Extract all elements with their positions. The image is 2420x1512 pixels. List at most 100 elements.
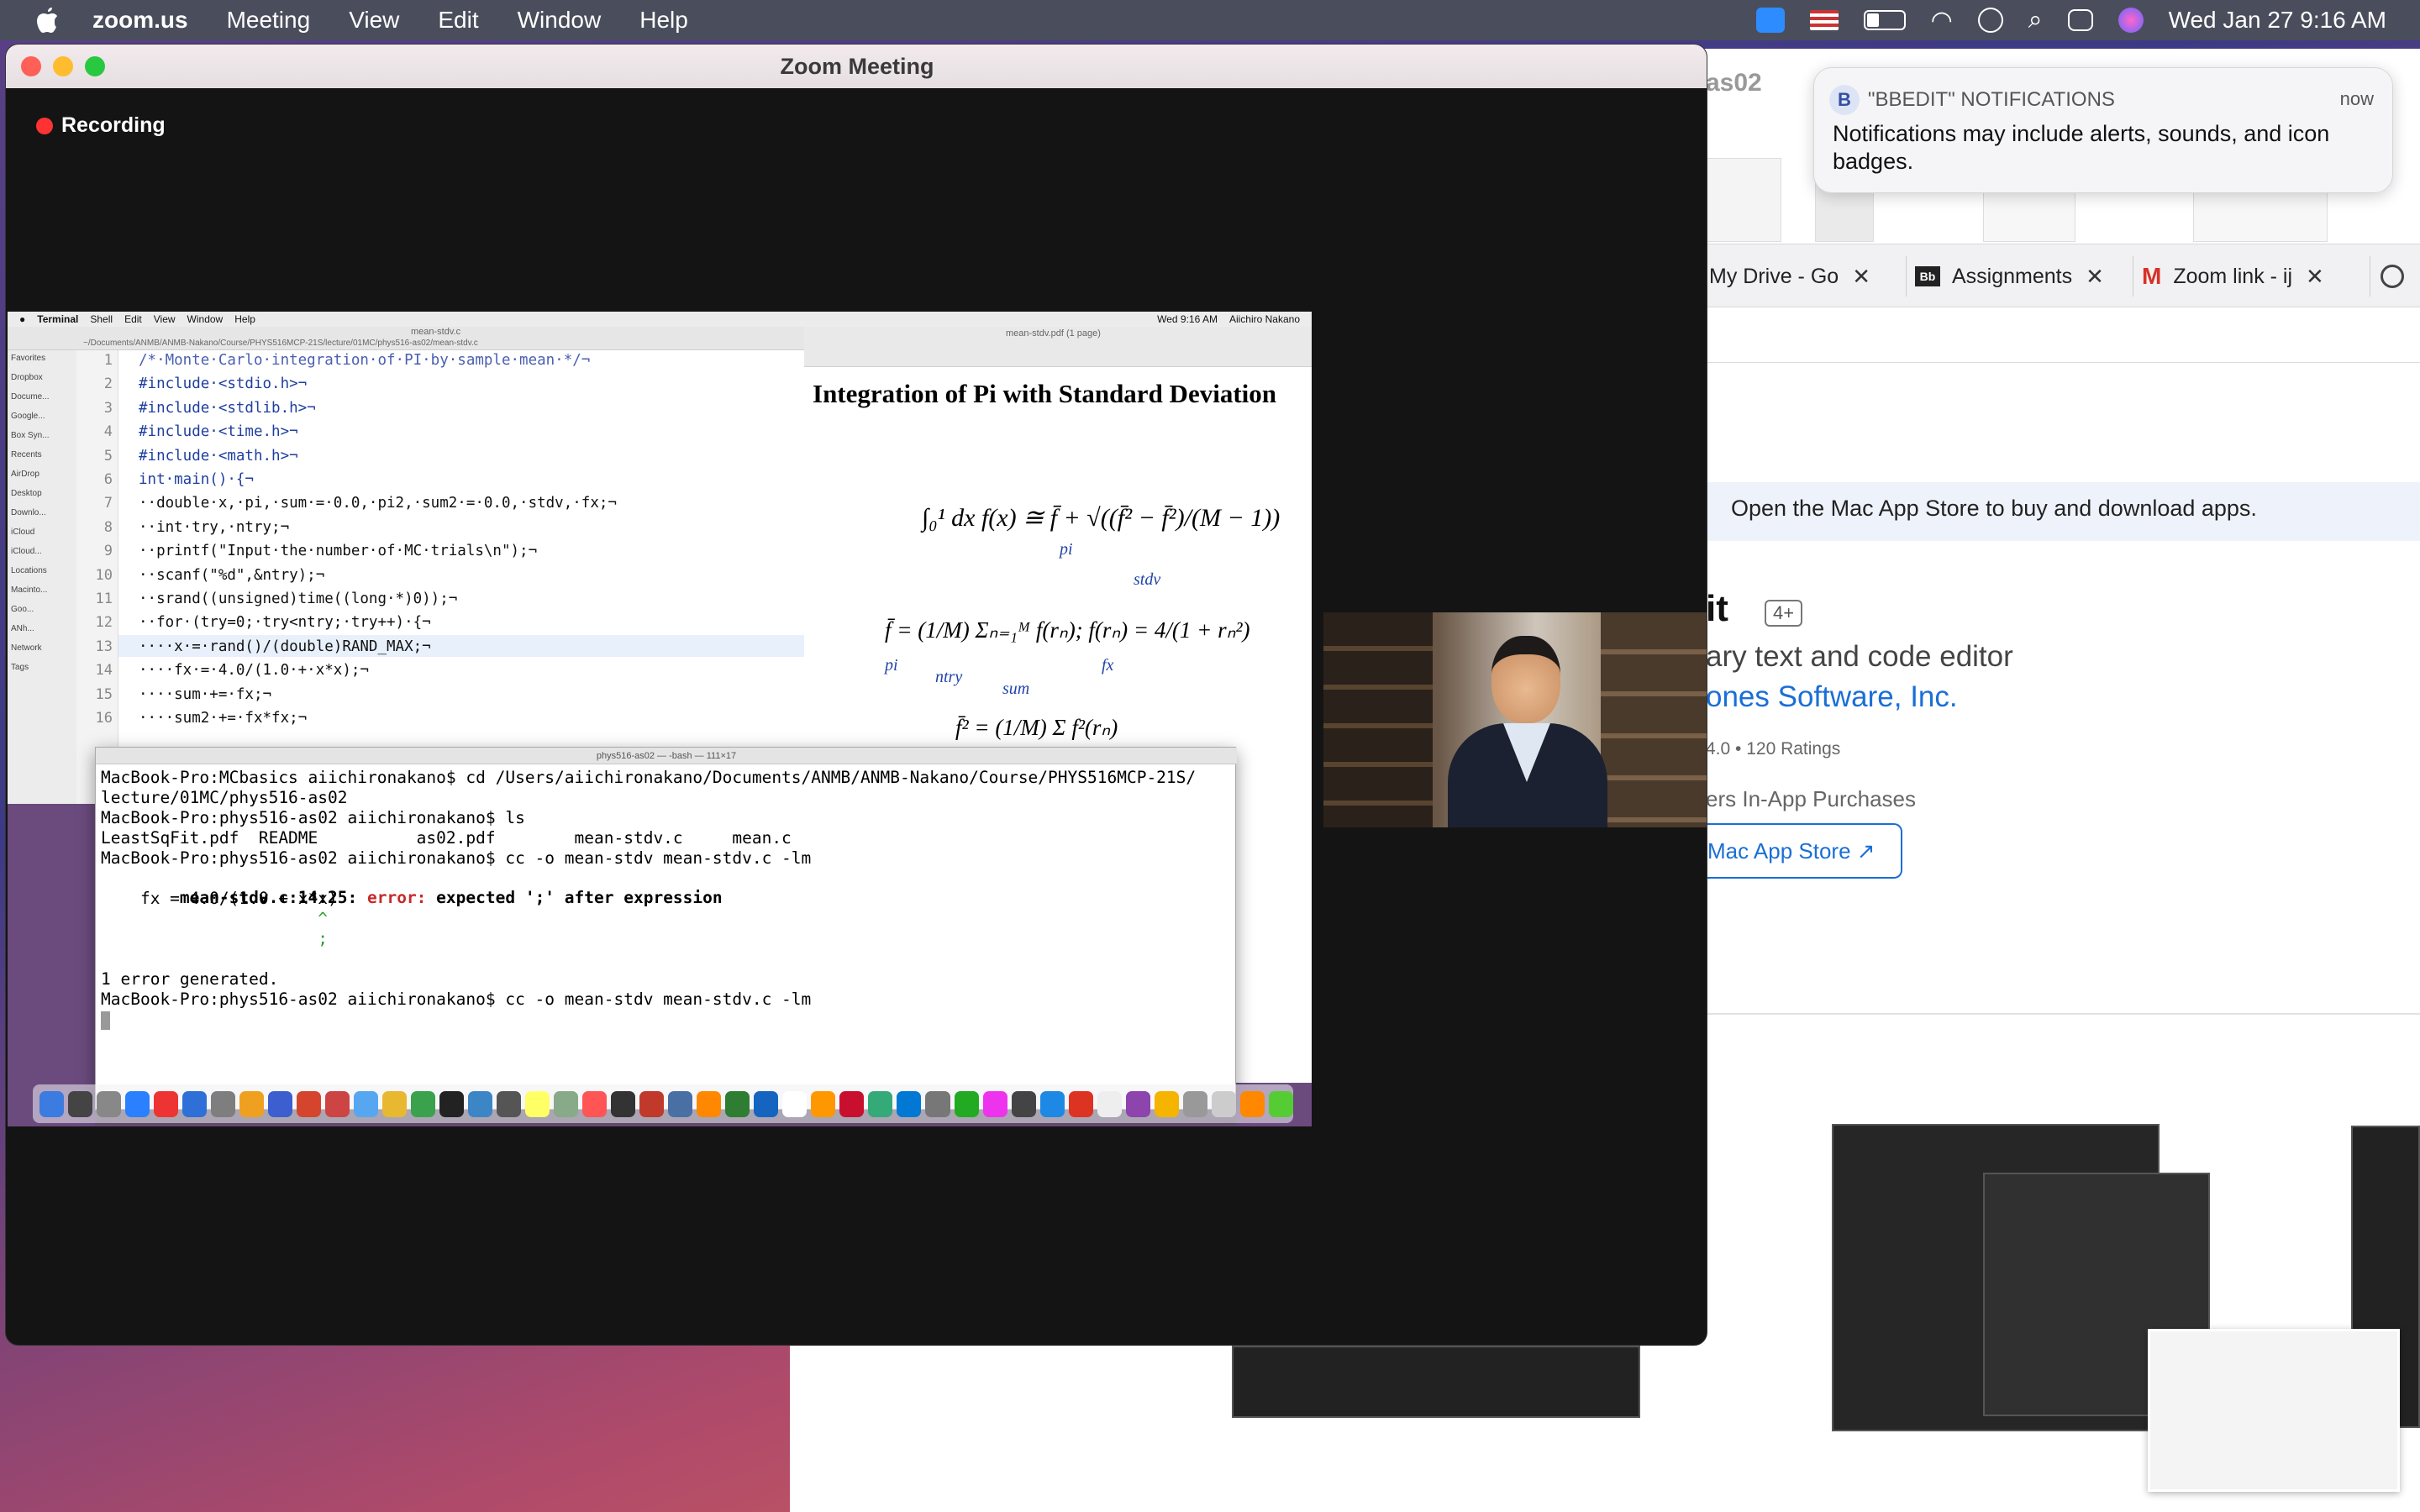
terminal-line: ; — [101, 929, 329, 948]
shared-user: Aiichiro Nakano — [1228, 313, 1300, 325]
sidebar-item[interactable]: Desktop — [11, 489, 73, 508]
close-window-button[interactable] — [21, 56, 41, 76]
dock-app-icon — [1268, 1090, 1293, 1117]
participant-video[interactable] — [1323, 612, 1707, 827]
dock-app-icon — [811, 1090, 836, 1117]
dock-app-icon — [497, 1090, 522, 1117]
equation-label-ntry: ntry — [935, 668, 963, 686]
tab-my-drive[interactable]: My Drive - Go ✕ — [1709, 256, 1911, 297]
sidebar-item[interactable]: Google... — [11, 412, 73, 431]
wifi-icon[interactable]: ◠ — [1931, 6, 1953, 35]
sidebar-item[interactable]: Recents — [11, 450, 73, 470]
terminal-line: MacBook-Pro:phys516-as02 aiichironakano$… — [101, 848, 812, 868]
code-line: ····sum2·+=·fx*fx;¬ — [139, 710, 308, 727]
terminal-line: MacBook-Pro:phys516-as02 aiichironakano$… — [101, 990, 812, 1009]
dock-app-icon — [782, 1090, 808, 1117]
control-center-icon[interactable] — [2067, 9, 2093, 31]
code-line: ····fx·=·4.0/(1.0·+·x*x);¬ — [139, 662, 369, 680]
sidebar-item[interactable]: iCloud... — [11, 547, 73, 566]
line-number: 7 — [103, 495, 113, 512]
code-area[interactable]: /*·Monte·Carlo·integration·of·PI·by·samp… — [118, 350, 804, 804]
app-store-banner: Open the Mac App Store to buy and downlo… — [1689, 482, 2420, 541]
zoom-window-title: Zoom Meeting — [780, 53, 934, 79]
shared-menu-bar: ● Terminal Shell Edit View Window Help W… — [8, 312, 1312, 327]
dock-app-icon — [925, 1090, 950, 1117]
dock-app-icon — [68, 1090, 93, 1117]
notification-app: "BBEDIT" NOTIFICATIONS — [1868, 88, 2115, 111]
sidebar-item[interactable]: Macinto... — [11, 585, 73, 605]
line-number: 8 — [103, 518, 113, 536]
sidebar-item[interactable]: Downlo... — [11, 508, 73, 528]
dock-app-icon — [1097, 1090, 1122, 1117]
sidebar-item: Tags — [11, 663, 29, 672]
dock-app-icon — [1239, 1090, 1265, 1117]
dock-app-icon — [954, 1090, 979, 1117]
sidebar-item[interactable]: Network — [11, 643, 73, 663]
editor-toolbar: mean-stdv.c ~/Documents/ANMB/ANMB-Nakano… — [8, 327, 804, 350]
line-number: 4 — [103, 423, 113, 441]
zoom-meeting-window: Zoom Meeting Recording ● Terminal Shell … — [5, 44, 1707, 1346]
menu-edit[interactable]: Edit — [438, 7, 478, 34]
developer-link[interactable]: ones Software, Inc. — [1706, 680, 1958, 714]
terminal-window[interactable]: phys516-as02 — -bash — 111×17 MacBook-Pr… — [95, 747, 1237, 1110]
pdf-heading: Integration of Pi with Standard Deviatio… — [813, 379, 1276, 408]
close-icon[interactable]: ✕ — [1852, 264, 1870, 290]
shared-menu-item: View — [153, 313, 176, 325]
sidebar-item[interactable]: Docume... — [11, 392, 73, 412]
sidebar-item[interactable]: Goo... — [11, 605, 73, 624]
terminal-cursor — [101, 1011, 110, 1030]
dock-app-icon — [554, 1090, 579, 1117]
line-number: 9 — [103, 543, 113, 560]
us-flag-icon[interactable] — [1809, 10, 1839, 30]
sidebar-item[interactable]: AirDrop — [11, 470, 73, 489]
tab-zoom-link[interactable]: M Zoom link - ij ✕ — [2133, 256, 2351, 297]
menu-bar-status-area: ◠ ⌕ Wed Jan 27 9:16 AM — [1755, 0, 2386, 40]
zoom-window-button[interactable] — [85, 56, 105, 76]
code-line: ····x·=·rand()/(double)RAND_MAX;¬ — [139, 638, 431, 655]
dock-app-icon — [1182, 1090, 1207, 1117]
screenshot-thumbnail[interactable] — [2148, 1329, 2400, 1492]
close-icon[interactable]: ✕ — [2086, 264, 2104, 290]
menu-window[interactable]: Window — [518, 7, 602, 34]
dock-app-icon — [982, 1090, 1007, 1117]
user-icon[interactable] — [1977, 8, 2003, 33]
dock-app-icon — [668, 1090, 693, 1117]
sidebar-item[interactable]: Box Syn... — [11, 431, 73, 450]
equation-label-fx: fx — [1102, 656, 1114, 675]
zoom-status-icon[interactable] — [1755, 8, 1785, 33]
mac-app-store-button[interactable]: Mac App Store ↗ — [1689, 823, 1902, 879]
code-line: #include·<stdio.h>¬ — [139, 375, 308, 393]
close-icon[interactable]: ✕ — [2306, 264, 2324, 290]
editor-path: ~/Documents/ANMB/ANMB-Nakano/Course/PHYS… — [83, 339, 478, 348]
terminal-title: phys516-as02 — -bash — 111×17 — [596, 751, 737, 761]
terminal-line: ^ — [101, 909, 329, 928]
menu-meeting[interactable]: Meeting — [227, 7, 311, 34]
menu-help[interactable]: Help — [639, 7, 688, 34]
sidebar-item[interactable]: Dropbox — [11, 373, 73, 392]
menu-bar-clock[interactable]: Wed Jan 27 9:16 AM — [2169, 7, 2386, 34]
dock-app-icon — [182, 1090, 208, 1117]
apple-icon[interactable] — [34, 7, 60, 34]
search-icon[interactable]: ⌕ — [2028, 6, 2043, 34]
age-rating-badge: 4+ — [1765, 600, 1803, 627]
tab-assignments[interactable]: Bb Assignments ✕ — [1906, 256, 2124, 297]
siri-icon[interactable] — [2118, 8, 2144, 33]
terminal-line: lecture/01MC/phys516-as02 — [101, 788, 348, 807]
tab-globe[interactable] — [2370, 256, 2420, 297]
menu-app-name[interactable]: zoom.us — [92, 7, 188, 34]
menu-view[interactable]: View — [349, 7, 399, 34]
dock-app-icon — [525, 1090, 550, 1117]
line-number: 2 — [103, 375, 113, 393]
minimize-window-button[interactable] — [53, 56, 73, 76]
equation-mean-square: f̄² = (1/M) Σ f²(rₙ) — [955, 715, 1118, 740]
sidebar-item[interactable]: ANh... — [11, 624, 73, 643]
notification-banner[interactable]: B "BBEDIT" NOTIFICATIONS now Notificatio… — [1813, 67, 2393, 193]
recording-indicator[interactable]: Recording — [36, 113, 166, 138]
code-line: ··int·try,·ntry;¬ — [139, 518, 290, 536]
participant-head — [1491, 636, 1560, 723]
battery-icon[interactable] — [1863, 10, 1906, 30]
line-number: 6 — [103, 471, 113, 488]
equation-integral: ∫₀¹ dx f(x) ≅ f̄ + √((f̄² − f̄²)/(M − 1)… — [922, 504, 1281, 532]
dock-app-icon — [239, 1090, 265, 1117]
screenshot-thumbnail[interactable] — [1232, 1346, 1640, 1418]
